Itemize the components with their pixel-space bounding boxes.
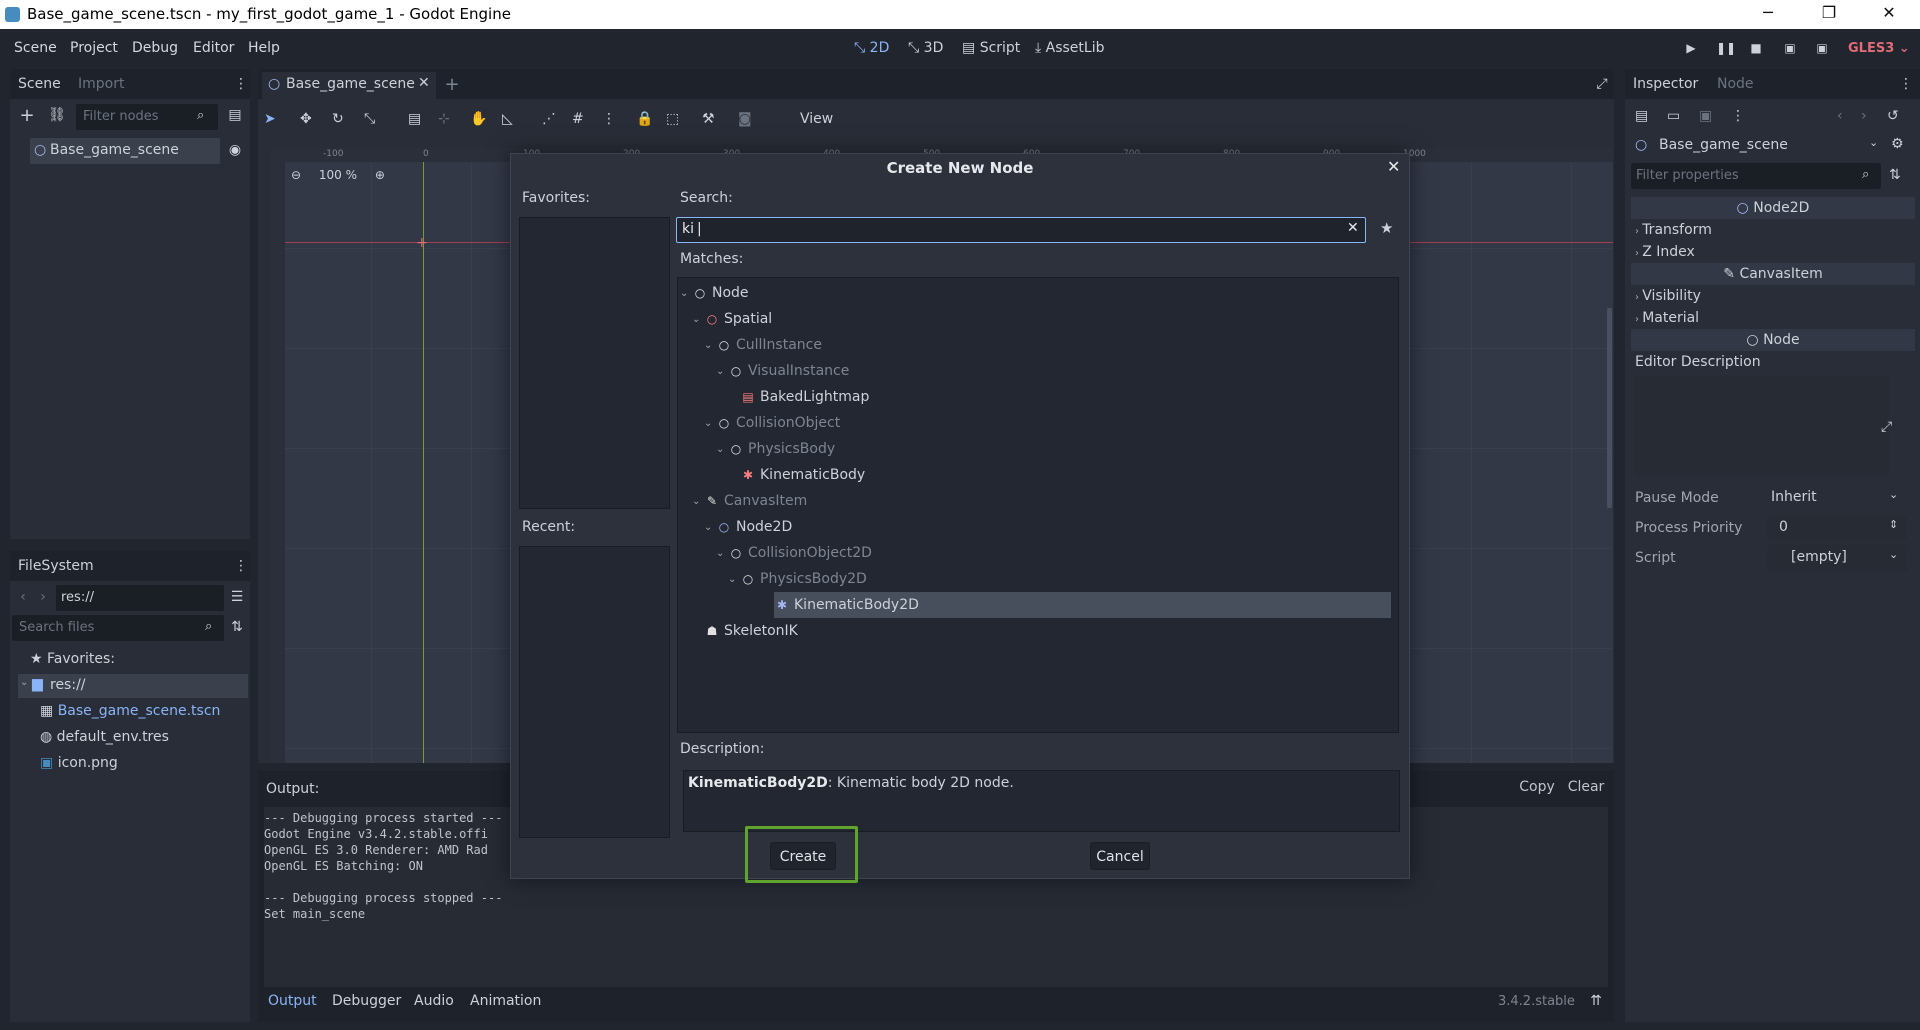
tree-item-label: Spatial [724, 311, 773, 327]
node-type-icon: ○ [730, 442, 742, 456]
play-custom-scene-icon[interactable]: ▣ [1814, 41, 1830, 57]
tree-item-label: CanvasItem [724, 493, 808, 509]
tree-item[interactable]: ▤ BakedLightmap [678, 384, 1398, 410]
node-type-icon: ○ [706, 312, 718, 326]
stop-icon[interactable]: ■ [1748, 41, 1764, 57]
menu-help[interactable]: Help [248, 40, 280, 56]
maximize-button[interactable]: ❐ [1806, 3, 1852, 25]
tree-item-label: VisualInstance [748, 363, 850, 379]
chevron-down-icon[interactable]: ⌄ [680, 288, 692, 299]
workspace-script[interactable]: ▤ Script [962, 40, 1020, 56]
node-type-icon: ○ [730, 546, 742, 560]
tree-item-label: Node [712, 285, 749, 301]
tree-item[interactable]: ⌄ ○ PhysicsBody [678, 436, 1398, 462]
node-type-icon: ✱ [742, 468, 754, 482]
cancel-button[interactable]: Cancel [1090, 842, 1150, 870]
chevron-down-icon[interactable]: ⌄ [692, 496, 704, 507]
create-new-node-dialog: Create New Node ✕ Favorites: Recent: Sea… [510, 153, 1410, 883]
renderer-select[interactable]: GLES3 ⌄ [1848, 41, 1910, 56]
node-type-icon: ✎ [706, 494, 718, 508]
script-icon: ▤ [962, 40, 980, 56]
tree-item-label: PhysicsBody [748, 441, 836, 457]
chevron-down-icon[interactable]: ⌄ [692, 314, 704, 325]
menu-editor[interactable]: Editor [193, 40, 234, 56]
tree-item[interactable]: ⌄ ○ CollisionObject2D [678, 540, 1398, 566]
download-icon: ⤓ [1035, 40, 1046, 56]
close-icon[interactable]: ✕ [1387, 157, 1400, 176]
menu-scene[interactable]: Scene [14, 40, 57, 56]
chevron-down-icon[interactable]: ⌄ [704, 522, 716, 533]
chevron-down-icon[interactable]: ⌄ [728, 574, 740, 585]
node-type-icon: ○ [718, 338, 730, 352]
tree-item[interactable]: ☗ SkeletonIK [678, 618, 1398, 644]
node-type-icon: ○ [718, 416, 730, 430]
tree-item[interactable]: ⌄ ○ PhysicsBody2D [678, 566, 1398, 592]
tree-item-label: Node2D [736, 519, 793, 535]
window-title: Base_game_scene.tscn - my_first_godot_ga… [27, 5, 511, 23]
description-label: Description: [680, 741, 765, 757]
chevron-down-icon[interactable]: ⌄ [716, 444, 728, 455]
description-box: KinematicBody2D: Kinematic body 2D node. [683, 770, 1400, 832]
favorite-star-icon[interactable]: ★ [1380, 219, 1393, 237]
play-icon[interactable]: ▶ [1683, 41, 1699, 57]
3d-icon: ⤡ [908, 40, 924, 56]
node-type-icon: ○ [694, 286, 706, 300]
tree-item-label: BakedLightmap [760, 389, 870, 405]
godot-icon [5, 7, 20, 22]
recent-list[interactable] [519, 546, 670, 838]
tree-item[interactable]: ⌄ ○ VisualInstance [678, 358, 1398, 384]
node-type-icon: ☗ [706, 624, 718, 638]
tree-item[interactable]: ⌄ ○ Spatial [678, 306, 1398, 332]
matches-tree[interactable]: ⌄ ○ Node ⌄ ○ Spatial ⌄ ○ CullInstance ⌄ ○ VisualIns… [677, 277, 1399, 733]
workspace-2d[interactable]: ⤡ 2D [854, 40, 889, 56]
2d-icon: ⤡ [854, 40, 870, 56]
tree-item[interactable]: ✱ KinematicBody [678, 462, 1398, 488]
chevron-down-icon[interactable]: ⌄ [704, 340, 716, 351]
tree-item-label: PhysicsBody2D [760, 571, 867, 587]
matches-label: Matches: [680, 251, 744, 267]
title-bar: Base_game_scene.tscn - my_first_godot_ga… [0, 0, 1920, 29]
close-button[interactable]: ✕ [1866, 3, 1912, 25]
favorites-list[interactable] [519, 217, 670, 509]
dialog-title: Create New Node [886, 159, 1034, 177]
tree-item-label: KinematicBody [760, 467, 866, 483]
tree-item-label: SkeletonIK [724, 623, 798, 639]
pause-icon[interactable]: ❚❚ [1716, 41, 1736, 57]
tree-item[interactable]: ✱ KinematicBody2D [774, 592, 1391, 618]
create-button[interactable]: Create [770, 842, 836, 870]
tree-item[interactable]: ⌄ ✎ CanvasItem [678, 488, 1398, 514]
chevron-down-icon[interactable]: ⌄ [704, 418, 716, 429]
text-cursor: | [697, 221, 702, 237]
search-input[interactable]: ki | ✕ [676, 217, 1366, 243]
chevron-down-icon[interactable]: ⌄ [716, 366, 728, 377]
menu-project[interactable]: Project [70, 40, 118, 56]
chevron-down-icon[interactable]: ⌄ [716, 548, 728, 559]
node-type-icon: ○ [730, 364, 742, 378]
tree-item-label: CollisionObject2D [748, 545, 872, 561]
tree-item-label: CullInstance [736, 337, 822, 353]
main-menu-bar: Scene Project Debug Editor Help ⤡ 2D ⤡ 3… [0, 29, 1920, 69]
tree-item-label: KinematicBody2D [794, 597, 919, 613]
tree-item-label: CollisionObject [736, 415, 841, 431]
node-type-icon: ✱ [776, 598, 788, 612]
description-text: : Kinematic body 2D node. [827, 775, 1014, 791]
recent-label: Recent: [522, 519, 576, 535]
tree-item[interactable]: ⌄ ○ CullInstance [678, 332, 1398, 358]
search-label: Search: [680, 190, 733, 206]
menu-debug[interactable]: Debug [132, 40, 178, 56]
tree-item[interactable]: ⌄ ○ Node2D [678, 514, 1398, 540]
favorites-label: Favorites: [522, 190, 590, 206]
minimize-button[interactable]: ─ [1745, 3, 1791, 25]
workspace-3d[interactable]: ⤡ 3D [908, 40, 943, 56]
play-scene-icon[interactable]: ▣ [1782, 41, 1798, 57]
node-type-icon: ○ [718, 520, 730, 534]
description-class-name: KinematicBody2D [688, 775, 828, 791]
tree-item[interactable]: ⌄ ○ CollisionObject [678, 410, 1398, 436]
workspace-assetlib[interactable]: ⤓ AssetLib [1035, 40, 1104, 56]
tree-item[interactable]: ⌄ ○ Node [678, 280, 1398, 306]
node-type-icon: ○ [742, 572, 754, 586]
node-type-icon: ▤ [742, 390, 754, 404]
clear-search-icon[interactable]: ✕ [1347, 220, 1359, 236]
